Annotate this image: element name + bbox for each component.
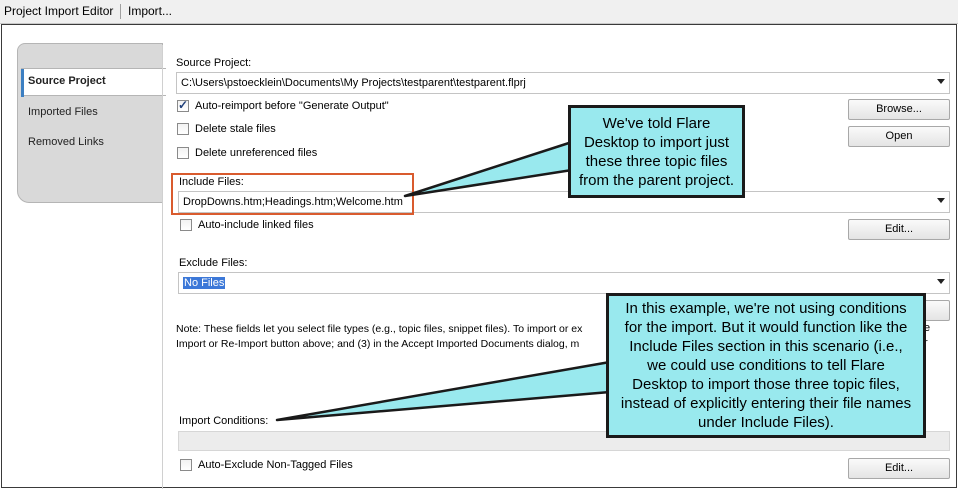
source-project-value: C:\Users\pstoecklein\Documents\My Projec… bbox=[181, 77, 526, 89]
include-files-highlight-box bbox=[171, 173, 414, 215]
top-callout-line: these three topic files bbox=[585, 152, 728, 170]
auto-include-checkbox[interactable] bbox=[180, 219, 192, 231]
side-tab-source-project[interactable]: Source Project bbox=[21, 68, 166, 97]
bottom-callout-line: In this example, we're not using conditi… bbox=[625, 300, 907, 317]
bottom-callout-line: Include Files section in this scenario (… bbox=[629, 338, 903, 355]
top-callout: We've told Flare Desktop to import just … bbox=[568, 105, 745, 198]
dropdown-arrow-icon bbox=[937, 279, 945, 284]
source-project-label: Source Project: bbox=[176, 57, 252, 69]
exclude-files-label: Exclude Files: bbox=[179, 257, 248, 269]
tab-separator bbox=[120, 4, 121, 19]
browse-button[interactable]: Browse... bbox=[848, 99, 950, 120]
exclude-files-value: No Files bbox=[183, 277, 226, 289]
bottom-callout-line: we could use conditions to tell Flare bbox=[647, 357, 885, 374]
import-conditions-label: Import Conditions: bbox=[179, 415, 269, 427]
note-line-1: Note: These fields let you select file t… bbox=[176, 323, 583, 335]
delete-stale-checkbox[interactable] bbox=[177, 123, 189, 135]
side-tab-label: Source Project bbox=[28, 75, 106, 87]
top-callout-line: We've told Flare bbox=[602, 114, 711, 132]
bottom-callout-text: In this example, we're not using conditi… bbox=[621, 299, 911, 432]
bottom-callout-line: instead of explicitly entering their fil… bbox=[620, 395, 912, 412]
dropdown-arrow-icon bbox=[937, 198, 945, 203]
auto-reimport-label: Auto-reimport before "Generate Output" bbox=[195, 100, 389, 112]
auto-exclude-label: Auto-Exclude Non-Tagged Files bbox=[198, 459, 353, 471]
source-project-dropdown[interactable]: C:\Users\pstoecklein\Documents\My Projec… bbox=[176, 72, 950, 94]
bottom-callout-line: for the import. But it would function li… bbox=[624, 319, 908, 336]
top-callout-line: Desktop to import just bbox=[583, 133, 730, 151]
top-callout-line: from the parent project. bbox=[578, 171, 735, 189]
open-button[interactable]: Open bbox=[848, 126, 950, 147]
edit-conditions-button[interactable]: Edit... bbox=[848, 458, 950, 479]
bottom-callout-line: under Include Files). bbox=[698, 414, 834, 431]
tab-project-import-editor[interactable]: Project Import Editor bbox=[4, 4, 113, 18]
auto-exclude-checkbox[interactable] bbox=[180, 459, 192, 471]
active-tab-indicator bbox=[21, 69, 24, 97]
bottom-callout: In this example, we're not using conditi… bbox=[606, 293, 926, 438]
side-tab-panel: Source Project Imported Files Removed Li… bbox=[17, 43, 166, 203]
edit-include-button[interactable]: Edit... bbox=[848, 219, 950, 240]
delete-unreferenced-label: Delete unreferenced files bbox=[195, 147, 318, 159]
tab-import[interactable]: Import... bbox=[128, 4, 172, 18]
auto-include-label: Auto-include linked files bbox=[198, 219, 314, 231]
side-tab-label: Removed Links bbox=[28, 136, 104, 148]
exclude-files-dropdown[interactable]: No Files bbox=[178, 272, 950, 294]
delete-stale-label: Delete stale files bbox=[195, 123, 276, 135]
auto-reimport-checkbox[interactable] bbox=[177, 98, 189, 112]
top-callout-text: We've told Flare Desktop to import just … bbox=[579, 114, 734, 190]
bottom-callout-line: Desktop to import those three topic file… bbox=[632, 376, 900, 393]
side-tab-removed-links[interactable]: Removed Links bbox=[22, 130, 164, 158]
delete-unreferenced-checkbox[interactable] bbox=[177, 147, 189, 159]
side-tab-label: Imported Files bbox=[28, 106, 98, 118]
editor-tab-bar: Project Import Editor Import... bbox=[0, 0, 958, 24]
side-tab-imported-files[interactable]: Imported Files bbox=[22, 100, 164, 128]
dropdown-arrow-icon bbox=[937, 79, 945, 84]
note-line-2: Import or Re-Import button above; and (3… bbox=[176, 338, 580, 350]
